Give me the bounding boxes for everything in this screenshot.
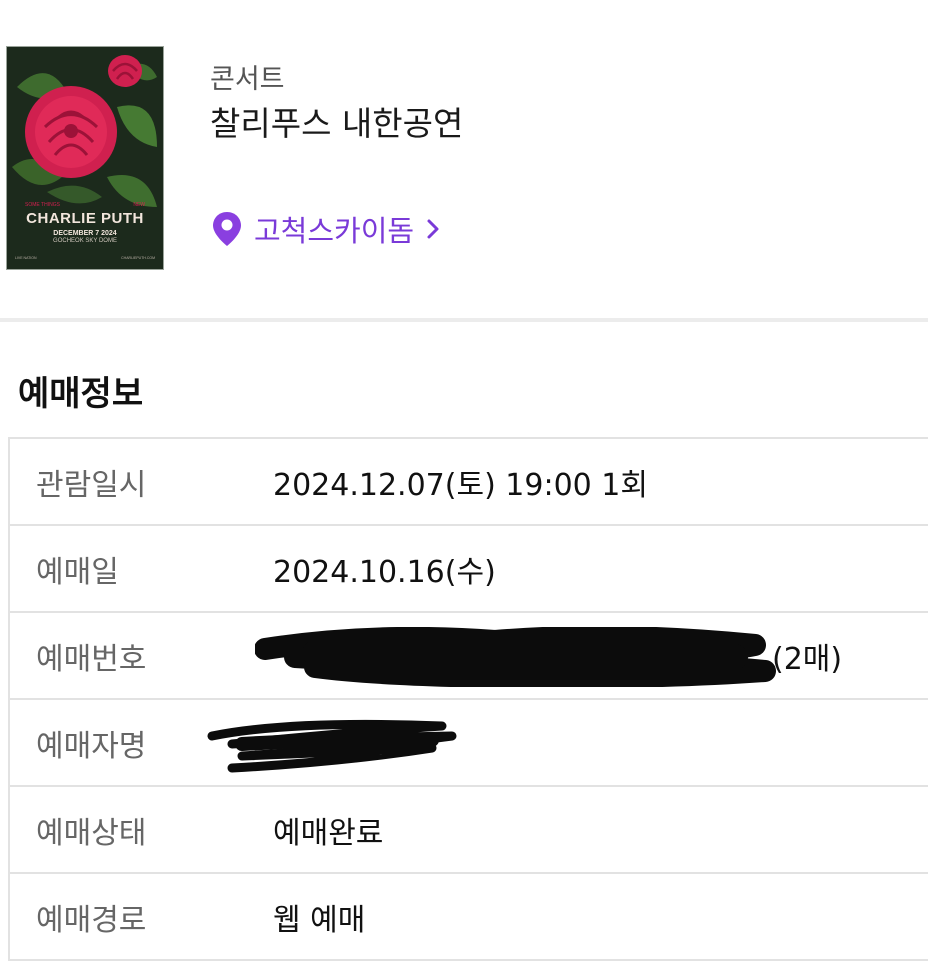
row-label: 예매일 <box>36 554 119 590</box>
booking-info-title: 예매정보 <box>18 374 144 414</box>
location-pin-icon <box>212 211 242 247</box>
table-row-booking-number: 예매번호 (2매) <box>10 613 928 700</box>
section-divider <box>0 318 928 322</box>
row-label: 예매경로 <box>36 902 147 938</box>
row-value: (2매) <box>772 641 843 677</box>
poster-artist: CHARLIE PUTH <box>26 210 144 227</box>
poster-footer-right: CHARLIEPUTH.COM <box>121 256 155 260</box>
row-label: 관람일시 <box>36 467 147 503</box>
row-value: 2024.10.16(수) <box>273 554 496 590</box>
redaction-scribble <box>255 627 776 687</box>
poster-top-right: NEW <box>133 202 145 208</box>
row-value: 2024.12.07(토) 19:00 1회 <box>273 467 648 503</box>
table-row-booking-date: 예매일 2024.10.16(수) <box>10 526 928 613</box>
redaction-scribble <box>207 719 457 773</box>
table-row-booker-name: 예매자명 <box>10 700 928 787</box>
venue-label: 고척스카이돔 <box>254 214 415 248</box>
poster-date: DECEMBER 7 2024 <box>53 230 117 237</box>
row-value: 웹 예매 <box>273 902 366 938</box>
chevron-right-icon <box>426 218 440 240</box>
table-row-view-datetime: 관람일시 2024.12.07(토) 19:00 1회 <box>10 439 928 526</box>
poster-text: SOME THINGS NEW CHARLIE PUTH DECEMBER 7 … <box>7 202 163 260</box>
row-label: 예매상태 <box>36 815 147 851</box>
event-poster-image[interactable]: SOME THINGS NEW CHARLIE PUTH DECEMBER 7 … <box>6 46 164 270</box>
event-header: SOME THINGS NEW CHARLIE PUTH DECEMBER 7 … <box>0 0 928 318</box>
table-row-booking-channel: 예매경로 웹 예매 <box>10 874 928 961</box>
event-title: 찰리푸스 내한공연 <box>210 104 464 143</box>
row-label: 예매자명 <box>36 728 147 764</box>
booking-info-table: 관람일시 2024.12.07(토) 19:00 1회 예매일 2024.10.… <box>8 437 928 961</box>
poster-top-left: SOME THINGS <box>25 202 60 208</box>
poster-footer-left: LIVE NATION <box>15 256 37 260</box>
row-label: 예매번호 <box>36 641 147 677</box>
venue-link[interactable]: 고척스카이돔 <box>212 206 440 252</box>
table-row-booking-status: 예매상태 예매완료 <box>10 787 928 874</box>
event-category: 콘서트 <box>210 64 285 95</box>
poster-venue: GOCHEOK SKY DOME <box>53 238 117 244</box>
row-value: 예매완료 <box>273 815 384 851</box>
